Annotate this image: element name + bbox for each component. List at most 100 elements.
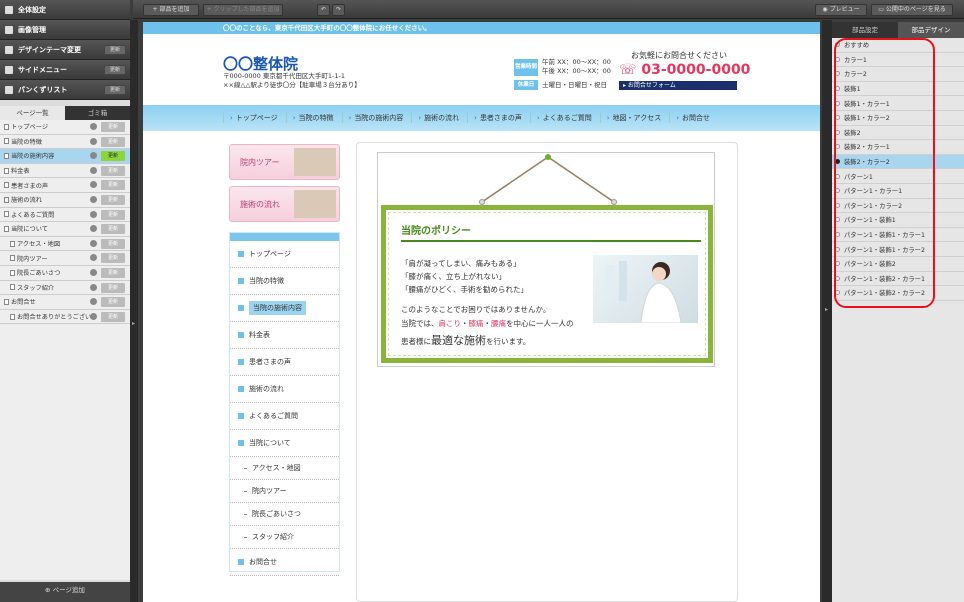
gear-icon[interactable]	[90, 166, 97, 174]
page-update-button[interactable]: 更新	[101, 224, 125, 235]
page-update-button[interactable]: 更新	[101, 165, 125, 176]
page-row[interactable]: 当院の特徴 更新	[0, 135, 130, 150]
policy-part[interactable]: 当院のポリシー 「肩が凝ってしまい、痛みもある」 「膝が痛く、立ち上がれない」 …	[377, 152, 715, 367]
side-nav-item[interactable]: 患者さまの声	[230, 349, 339, 376]
page-row[interactable]: 当院の施術内容 更新	[0, 149, 130, 164]
page-update-button[interactable]: 更新	[101, 311, 125, 322]
page-row[interactable]: 料金表 更新	[0, 164, 130, 179]
tab-page-list[interactable]: ページ一覧	[0, 106, 65, 120]
page-update-button[interactable]: 更新	[101, 297, 125, 308]
left-menu-item[interactable]: 全体設定	[0, 0, 130, 20]
page-row[interactable]: トップページ 更新	[0, 120, 130, 135]
side-nav-item[interactable]: 当院について	[230, 430, 339, 457]
page-row[interactable]: アクセス・地図 更新	[0, 237, 130, 252]
side-nav-item[interactable]: お問合せ	[230, 549, 339, 576]
tab-part-design[interactable]: 部品デザイン	[898, 22, 964, 38]
menu-update-button[interactable]: 更新	[104, 85, 126, 95]
page-update-button[interactable]: 更新	[101, 136, 125, 147]
gnav-item[interactable]: 当院の施術内容	[341, 113, 412, 123]
page-row[interactable]: 患者さまの声 更新	[0, 178, 130, 193]
inquiry-form-button[interactable]: ▸ お問合せフォーム	[619, 81, 737, 90]
page-update-button[interactable]: 更新	[101, 238, 125, 249]
page-update-button[interactable]: 更新	[101, 194, 125, 205]
gear-icon[interactable]	[90, 298, 97, 306]
add-page-button[interactable]: ⊕ ページ追加	[0, 582, 130, 602]
banner-flow-image	[294, 190, 336, 218]
gear-icon[interactable]	[90, 225, 97, 233]
gear-icon[interactable]	[90, 210, 97, 218]
tab-part-settings[interactable]: 部品設定	[832, 22, 898, 38]
gnav-item[interactable]: よくあるご質問	[529, 113, 600, 123]
page-icon	[4, 225, 9, 232]
gear-icon[interactable]	[90, 152, 97, 160]
page-row[interactable]: スタッフ紹介 更新	[0, 281, 130, 296]
side-nav-item[interactable]: よくあるご質問	[230, 403, 339, 430]
side-nav-item[interactable]: アクセス・地図	[230, 457, 339, 480]
banner-flow[interactable]: 施術の流れ	[229, 186, 340, 222]
page-update-button[interactable]: 更新	[101, 253, 125, 264]
side-nav-item[interactable]: 当院の施術内容	[230, 295, 339, 322]
left-menu: 全体設定 画像管理 デザインテーマ変更 更新 サイドメニュー 更新パンくずリスト 更新	[0, 0, 130, 100]
page-update-button[interactable]: 更新	[101, 267, 125, 278]
page-update-button[interactable]: 更新	[101, 122, 125, 132]
menu-icon	[5, 45, 13, 54]
gnav-item[interactable]: お問合せ	[669, 113, 718, 123]
tel-value: 03-0000-0000	[641, 62, 751, 78]
bullet-icon	[238, 386, 244, 392]
side-nav-item[interactable]: トップページ	[230, 241, 339, 268]
side-nav-item[interactable]: 当院の特徴	[230, 268, 339, 295]
left-menu-label: パンくずリスト	[18, 85, 68, 94]
side-nav-item[interactable]: 院内ツアー	[230, 480, 339, 503]
site-logo[interactable]: 〇〇整体院	[223, 53, 298, 74]
page-label: スタッフ紹介	[17, 284, 55, 292]
tab-trash[interactable]: ゴミ箱	[65, 106, 130, 120]
page-update-button[interactable]: 更新	[101, 282, 125, 293]
left-menu-item[interactable]: パンくずリスト 更新	[0, 80, 130, 100]
menu-update-button[interactable]: 更新	[104, 45, 126, 55]
gear-icon[interactable]	[90, 137, 97, 145]
gnav-item[interactable]: 施術の流れ	[411, 113, 467, 123]
gnav-item[interactable]: 患者さまの声	[467, 113, 530, 123]
gear-icon[interactable]	[90, 239, 97, 247]
undo-button[interactable]: ↶	[317, 4, 330, 16]
left-menu-item[interactable]: デザインテーマ変更 更新	[0, 40, 130, 60]
banner-tour[interactable]: 院内ツアー	[229, 144, 340, 180]
side-nav-item[interactable]: 院長ごあいさつ	[230, 503, 339, 526]
add-part-button[interactable]: + 部品を追加	[143, 4, 199, 16]
page-row[interactable]: 院内ツアー 更新	[0, 251, 130, 266]
side-nav-item[interactable]: 施術の流れ	[230, 376, 339, 403]
page-row[interactable]: 当院について 更新	[0, 222, 130, 237]
gear-icon[interactable]	[90, 123, 97, 130]
page-update-button[interactable]: 更新	[101, 180, 125, 191]
page-label: 院長ごあいさつ	[17, 270, 61, 278]
preview-button[interactable]: ◉ プレビュー	[815, 4, 867, 16]
left-splitter[interactable]: ▸	[130, 20, 138, 602]
gnav-item[interactable]: 地図・アクセス	[599, 113, 669, 123]
gear-icon[interactable]	[90, 195, 97, 203]
page-row[interactable]: 院長ごあいさつ 更新	[0, 266, 130, 281]
page-update-button[interactable]: 更新	[101, 209, 125, 220]
page-icon	[10, 313, 15, 320]
preview-label: プレビュー	[829, 6, 860, 13]
gnav-item[interactable]: トップページ	[223, 113, 286, 123]
right-splitter[interactable]: ▸	[822, 20, 832, 602]
left-menu-item[interactable]: 画像管理	[0, 20, 130, 40]
page-row[interactable]: お問合せ 更新	[0, 295, 130, 310]
page-row[interactable]: お問合せありがとうござい 更新	[0, 310, 130, 325]
page-row[interactable]: よくあるご質問 更新	[0, 208, 130, 223]
gear-icon[interactable]	[90, 268, 97, 276]
side-nav-item[interactable]: スタッフ紹介	[230, 526, 339, 549]
gear-icon[interactable]	[90, 254, 97, 262]
gear-icon[interactable]	[90, 181, 97, 189]
gear-icon[interactable]	[90, 312, 97, 320]
view-published-button[interactable]: ▭ 公開中のページを見る	[871, 4, 953, 16]
add-clip-button[interactable]: + クリップした部品を追加	[203, 4, 283, 16]
menu-update-button[interactable]: 更新	[104, 65, 126, 75]
gnav-item[interactable]: 当院の特徴	[285, 113, 342, 123]
page-row[interactable]: 施術の流れ 更新	[0, 193, 130, 208]
page-update-button[interactable]: 更新	[101, 151, 125, 162]
gear-icon[interactable]	[90, 283, 97, 291]
redo-button[interactable]: ↷	[332, 4, 345, 16]
left-menu-item[interactable]: サイドメニュー 更新	[0, 60, 130, 80]
side-nav-item[interactable]: 料金表	[230, 322, 339, 349]
